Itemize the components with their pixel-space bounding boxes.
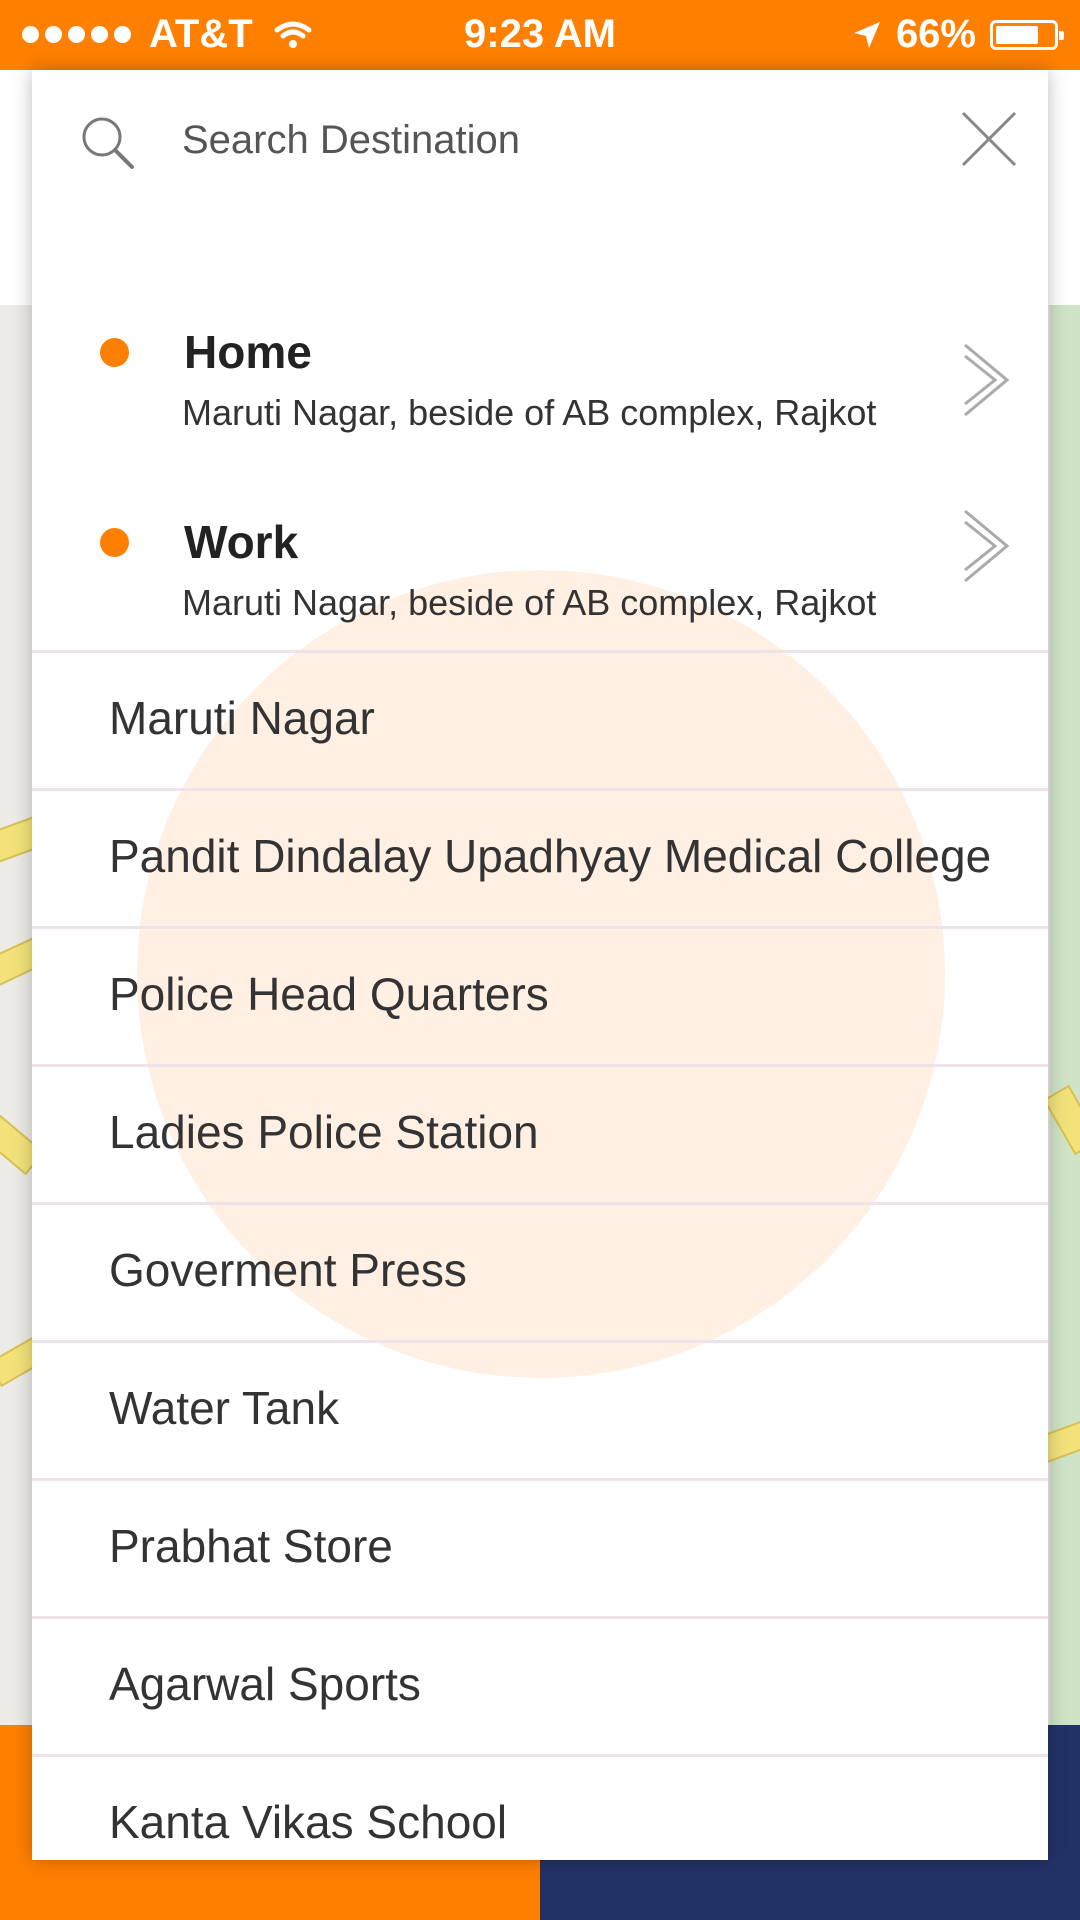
- list-item-label: Police Head Quarters: [109, 968, 549, 1020]
- status-right: 66%: [852, 12, 1064, 57]
- search-icon: [82, 117, 134, 169]
- list-item[interactable]: Agarwal Sports: [32, 1616, 1048, 1754]
- saved-place-title: Work: [184, 516, 299, 568]
- list-item[interactable]: Goverment Press: [32, 1202, 1048, 1340]
- search-bar[interactable]: Search Destination: [32, 70, 1048, 210]
- results-list: Maruti Nagar Pandit Dindalay Upadhyay Me…: [32, 650, 1048, 1860]
- list-item-label: Maruti Nagar: [109, 692, 375, 744]
- list-item-label: Water Tank: [109, 1382, 340, 1434]
- list-item[interactable]: Pandit Dindalay Upadhyay Medical College: [32, 788, 1048, 926]
- list-item-label: Pandit Dindalay Upadhyay Medical College: [109, 830, 992, 882]
- list-item-label: Agarwal Sports: [109, 1658, 421, 1710]
- location-arrow-icon: [853, 21, 880, 48]
- close-icon[interactable]: [960, 110, 1018, 168]
- saved-place-address: Maruti Nagar, beside of AB complex, Rajk…: [182, 582, 877, 623]
- chevron-right-icon[interactable]: [962, 342, 1012, 418]
- list-item-label: Kanta Vikas School: [109, 1796, 508, 1848]
- list-item-label: Ladies Police Station: [109, 1106, 539, 1158]
- saved-place-home[interactable]: Home Maruti Nagar, beside of AB complex,…: [32, 300, 1048, 450]
- list-item-label: Prabhat Store: [109, 1520, 393, 1572]
- saved-place-work[interactable]: Work Maruti Nagar, beside of AB complex,…: [32, 490, 1048, 640]
- list-item[interactable]: Prabhat Store: [32, 1478, 1048, 1616]
- list-item[interactable]: Kanta Vikas School: [32, 1754, 1048, 1860]
- saved-place-address: Maruti Nagar, beside of AB complex, Rajk…: [182, 392, 877, 433]
- list-item-label: Goverment Press: [109, 1244, 467, 1296]
- list-item[interactable]: Maruti Nagar: [32, 650, 1048, 788]
- search-panel: Search Destination Home Maruti Nagar, be…: [32, 70, 1048, 1860]
- work-dot-icon: [100, 528, 129, 557]
- battery-percent: 66%: [895, 12, 976, 56]
- status-bar: AT&T 9:23 AM 66%: [0, 0, 1080, 70]
- chevron-right-icon[interactable]: [962, 508, 1012, 584]
- battery-icon: [990, 19, 1064, 50]
- search-input[interactable]: Search Destination: [182, 118, 520, 163]
- saved-place-title: Home: [184, 326, 312, 378]
- list-item[interactable]: Ladies Police Station: [32, 1064, 1048, 1202]
- home-dot-icon: [100, 338, 129, 367]
- list-item[interactable]: Water Tank: [32, 1340, 1048, 1478]
- list-item[interactable]: Police Head Quarters: [32, 926, 1048, 1064]
